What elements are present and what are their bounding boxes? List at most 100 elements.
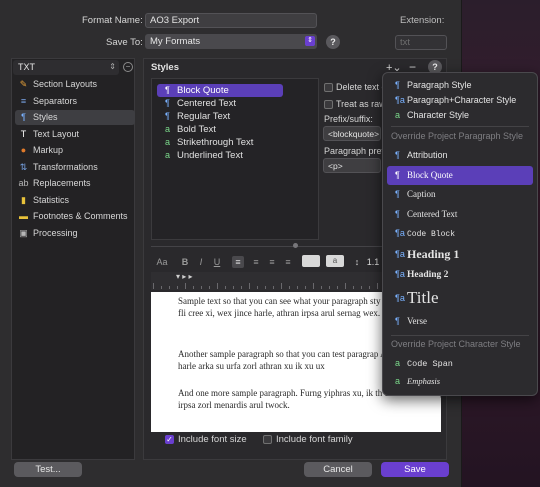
save-to-label: Save To: — [106, 37, 143, 48]
sidebar-item-label: Replacements — [33, 178, 91, 188]
markup-icon: ● — [20, 145, 27, 155]
paragraph-style-icon: ¶ — [395, 80, 400, 90]
align-right-icon[interactable]: ≡ — [266, 256, 278, 268]
style-item-label: Centered Text — [177, 98, 236, 109]
sidebar-item-footnotes-comments[interactable]: ▬ Footnotes & Comments — [15, 209, 135, 224]
replacements-icon: ab — [18, 178, 29, 188]
tab-stop-markers[interactable]: ▾ ▸ ▸ — [176, 272, 193, 281]
test-button[interactable]: Test... — [14, 462, 82, 477]
style-item-label: Block Quote — [177, 85, 229, 96]
bold-button[interactable]: B — [180, 256, 190, 268]
paragraph-style-icon: ¶ — [395, 169, 400, 180]
line-spacing-value[interactable]: 1.1 — [366, 256, 380, 268]
menu-section-header: Override Project Paragraph Style — [391, 131, 524, 141]
menu-item-verse[interactable]: ¶ Verse — [387, 312, 533, 332]
sidebar-item-replacements[interactable]: ab Replacements — [15, 176, 135, 191]
menu-item-title[interactable]: ¶a Title — [387, 284, 533, 312]
menu-item-code-span[interactable]: a Code Span — [387, 354, 533, 372]
ruler-tick — [201, 286, 202, 289]
underline-button[interactable]: U — [212, 256, 222, 268]
menu-item-heading-[interactable]: ¶a Heading 1 — [387, 244, 533, 265]
sidebar-item-text-layout[interactable]: T Text Layout — [15, 127, 135, 142]
paragraph-style-icon: ¶ — [165, 111, 170, 121]
format-type-select[interactable]: TXT ⇕ — [13, 60, 119, 75]
style-item-strikethrough-text[interactable]: a Strikethrough Text — [157, 136, 283, 149]
menu-item-emphasis[interactable]: a Emphasis — [387, 372, 533, 390]
statistics-icon: ▮ — [21, 194, 26, 205]
menu-item-character-style[interactable]: a Character Style — [387, 107, 533, 123]
remove-format-icon[interactable]: − — [123, 62, 133, 72]
menu-item-centered-text[interactable]: ¶ Centered Text — [387, 205, 533, 225]
menu-item-paragraph-character-style[interactable]: ¶a Paragraph+Character Style — [387, 92, 533, 108]
style-item-block-quote[interactable]: ¶ Block Quote — [157, 84, 283, 97]
ruler-tick — [209, 286, 210, 289]
sidebar-item-label: Section Layouts — [33, 79, 98, 89]
sidebar-item-transformations[interactable]: ⇅ Transformations — [15, 160, 135, 175]
paragraph-character-style-icon: ¶a — [395, 95, 405, 105]
paragraph-prefix-label: Paragraph prefix — [324, 146, 391, 156]
include-font-family-checkbox[interactable] — [263, 435, 272, 444]
menu-item-block-quote[interactable]: ¶ Block Quote — [387, 165, 533, 185]
paragraph-prefix-field[interactable]: <p> — [323, 158, 381, 173]
align-center-icon[interactable]: ≡ — [250, 256, 262, 268]
sidebar-item-section-layouts[interactable]: ✎ Section Layouts — [15, 77, 135, 92]
menu-item-label: Block Quote — [407, 169, 453, 180]
style-item-label: Regular Text — [177, 111, 231, 122]
help-icon[interactable]: ? — [326, 35, 340, 49]
align-left-icon[interactable]: ≡ — [232, 256, 244, 268]
ruler-tick — [265, 286, 266, 289]
menu-item-label: Title — [407, 288, 439, 307]
sidebar-item-markup[interactable]: ● Markup — [15, 143, 135, 158]
ruler-tick — [377, 283, 378, 289]
menu-item-code-block[interactable]: ¶a Code Block — [387, 224, 533, 244]
format-name-field[interactable]: AO3 Export — [145, 13, 317, 28]
prefix-suffix-label: Prefix/suffix: — [324, 114, 373, 124]
ruler-tick — [249, 283, 250, 289]
styles-title: Styles — [151, 62, 179, 73]
menu-item-label: Character Style — [407, 110, 470, 120]
highlight-color-swatch[interactable]: a — [326, 255, 344, 267]
ruler-tick — [297, 286, 298, 289]
menu-item-label: Verse — [407, 316, 427, 326]
separators-icon: ≡ — [20, 95, 27, 106]
style-item-regular-text[interactable]: ¶ Regular Text — [157, 110, 283, 123]
sidebar-item-processing[interactable]: ▣ Processing — [15, 226, 135, 241]
paragraph-style-icon: ¶ — [395, 189, 400, 199]
sidebar-item-styles[interactable]: ¶ Styles — [15, 110, 135, 125]
menu-item-paragraph-style[interactable]: ¶ Paragraph Style — [387, 77, 533, 93]
save-button[interactable]: Save — [381, 462, 449, 477]
style-item-bold-text[interactable]: a Bold Text — [157, 123, 283, 136]
ruler-tick — [217, 283, 218, 289]
extension-field[interactable]: txt — [395, 35, 447, 50]
split-handle[interactable] — [293, 243, 298, 248]
character-style-icon: a — [395, 375, 401, 386]
ruler-tick — [241, 286, 242, 289]
menu-item-heading-[interactable]: ¶a Heading 2 — [387, 265, 533, 285]
sidebar-item-statistics[interactable]: ▮ Statistics — [15, 193, 135, 208]
text-color-swatch[interactable] — [302, 255, 320, 267]
menu-item-caption[interactable]: ¶ Caption — [387, 185, 533, 205]
line-spacing-icon: ↕ — [354, 257, 360, 267]
delete-text-checkbox[interactable] — [324, 83, 333, 92]
align-justify-icon[interactable]: ≡ — [282, 256, 294, 268]
sidebar-item-separators[interactable]: ≡ Separators — [15, 94, 135, 109]
sidebar-item-label: Styles — [33, 112, 58, 122]
cancel-button[interactable]: Cancel — [304, 462, 372, 477]
save-to-select[interactable]: My Formats ⇕ — [145, 34, 317, 49]
character-style-icon: a — [395, 110, 401, 120]
sidebar-item-label: Text Layout — [33, 128, 80, 139]
sidebar-item-label: Processing — [33, 227, 78, 238]
paragraph-style-icon: ¶ — [395, 150, 400, 160]
italic-button[interactable]: I — [196, 256, 206, 268]
ruler-tick — [225, 286, 226, 289]
treat-as-raw-checkbox[interactable] — [324, 100, 333, 109]
include-font-size-checkbox[interactable]: ✓ — [165, 435, 174, 444]
prefix-field[interactable]: <blockquote> — [323, 126, 381, 141]
style-item-underlined-text[interactable]: a Underlined Text — [157, 149, 283, 162]
font-button[interactable]: Aa — [154, 256, 170, 268]
ruler-tick — [353, 286, 354, 289]
ruler-tick — [177, 286, 178, 289]
paragraph-character-style-icon: ¶a — [395, 293, 405, 303]
menu-item-attribution[interactable]: ¶ Attribution — [387, 146, 533, 166]
style-item-centered-text[interactable]: ¶ Centered Text — [157, 97, 283, 110]
